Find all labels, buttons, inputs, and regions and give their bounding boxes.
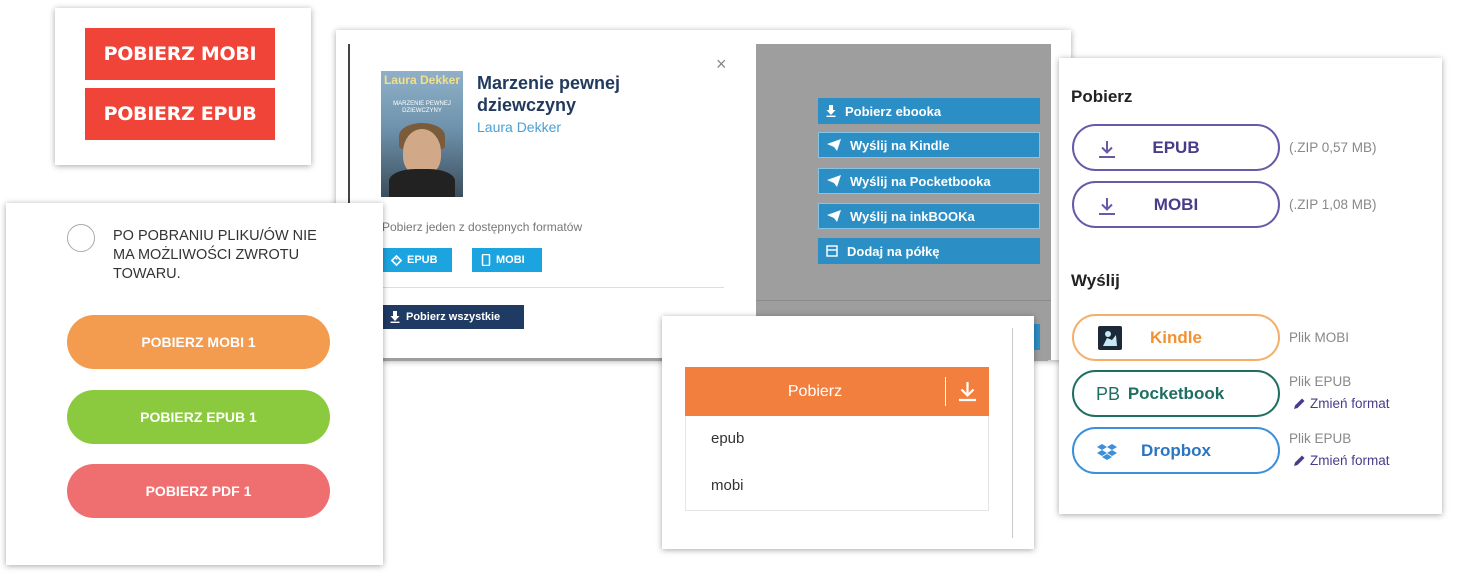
download-heading: Pobierz [1071, 87, 1133, 106]
download-epub-pill-button[interactable]: POBIERZ EPUB 1 [67, 390, 330, 444]
format-mobi-button[interactable]: MOBI [472, 248, 542, 272]
send-to-pocketbook-label: Pocketbook [1127, 383, 1225, 403]
send-to-pocketbook-label: Wyślij na Pocketbooka [850, 173, 991, 189]
send-to-pocketbook-button[interactable]: Wyślij na Pocketbooka [818, 168, 1040, 194]
book-title: Marzenie pewnej dziewczyny [477, 73, 621, 115]
download-buttons-panel-red: POBIERZ MOBI POBIERZ EPUB [55, 8, 311, 165]
cover-photo-body [389, 169, 455, 197]
paper-plane-icon [827, 210, 841, 222]
format-mobi-label: MOBI [496, 254, 525, 266]
button-separator [945, 377, 946, 406]
download-dropdown-label: Pobierz [787, 382, 843, 400]
send-to-kindle-label: Wyślij na Kindle [850, 137, 950, 153]
divider [1012, 328, 1013, 538]
add-to-shelf-label: Dodaj na półkę [847, 243, 940, 259]
pocketbook-change-format-link[interactable]: Zmień format [1293, 396, 1390, 411]
change-format-label: Zmień format [1310, 396, 1390, 411]
download-all-label: Pobierz wszystkie [406, 311, 501, 323]
send-to-inkbook-button[interactable]: Wyślij na inkBOOKa [818, 203, 1040, 229]
download-dropdown-button[interactable]: Pobierz [685, 367, 989, 416]
phone-icon [481, 254, 491, 266]
kindle-file-type: Plik MOBI [1289, 330, 1350, 345]
download-mobi-button[interactable]: POBIERZ MOBI [85, 28, 275, 80]
format-epub-label: EPUB [407, 254, 438, 266]
download-icon [959, 382, 976, 402]
download-mobi-pill-button[interactable]: POBIERZ MOBI 1 [67, 315, 330, 369]
pocketbook-file-type: Plik EPUB [1289, 374, 1352, 389]
mobi-file-size: (.ZIP 1,08 MB) [1289, 197, 1377, 212]
divider [756, 300, 1051, 301]
send-to-pocketbook-button[interactable]: PB Pocketbook [1072, 370, 1280, 417]
download-ebook-label: Pobierz ebooka [845, 103, 942, 119]
no-return-notice: PO POBRANIU PLIKU/ÓW NIE MA MOŻLIWOŚCI Z… [113, 228, 317, 282]
add-to-shelf-button[interactable]: Dodaj na półkę [818, 238, 1040, 264]
download-pills-panel: PO POBRANIU PLIKU/ÓW NIE MA MOŻLIWOŚCI Z… [6, 203, 383, 565]
download-epub-button[interactable]: EPUB [1072, 124, 1280, 171]
send-to-dropbox-label: Dropbox [1141, 440, 1211, 460]
tag-icon [391, 254, 402, 266]
download-pdf-pill-button[interactable]: POBIERZ PDF 1 [67, 464, 330, 518]
shelf-icon [826, 245, 838, 257]
dropdown-option-mobi[interactable]: mobi [711, 477, 744, 494]
book-download-modal-panel: × Laura Dekker MARZENIE PEWNEJ DZIEWCZYN… [336, 30, 1071, 361]
dropdown-option-epub[interactable]: epub [711, 430, 744, 447]
send-heading: Wyślij [1071, 271, 1120, 290]
cover-title-text: MARZENIE PEWNEJ DZIEWCZYNY [393, 101, 451, 114]
paper-plane-icon [827, 175, 841, 187]
send-to-dropbox-button[interactable]: Dropbox [1072, 427, 1280, 474]
book-author-link[interactable]: Laura Dekker [477, 119, 561, 135]
pencil-icon [1294, 398, 1305, 409]
format-epub-button[interactable]: EPUB [382, 248, 452, 272]
divider [382, 287, 724, 288]
download-icon [826, 105, 836, 117]
pencil-icon [1294, 455, 1305, 466]
download-send-panel: Pobierz EPUB (.ZIP 0,57 MB) MOBI (.ZIP 1… [1059, 58, 1442, 514]
download-epub-button[interactable]: POBIERZ EPUB [85, 88, 275, 140]
dropbox-change-format-link[interactable]: Zmień format [1293, 453, 1390, 468]
download-ebook-button[interactable]: Pobierz ebooka [818, 98, 1040, 124]
download-mobi-label: MOBI [1153, 194, 1199, 214]
download-epub-label: EPUB [1152, 137, 1200, 157]
change-format-label: Zmień format [1310, 453, 1390, 468]
send-to-kindle-button[interactable]: Kindle [1072, 314, 1280, 361]
modal-backdrop [756, 44, 1051, 360]
send-to-kindle-button[interactable]: Wyślij na Kindle [818, 132, 1040, 158]
download-all-button[interactable]: Pobierz wszystkie [382, 305, 524, 329]
close-icon[interactable]: × [716, 54, 727, 75]
paper-plane-icon [827, 139, 841, 151]
consent-checkbox[interactable] [67, 224, 95, 252]
dropdown-menu: epub mobi [685, 416, 989, 511]
send-to-inkbook-label: Wyślij na inkBOOKa [850, 208, 975, 224]
download-dropdown-panel: Pobierz epub mobi [662, 316, 1034, 549]
dropbox-file-type: Plik EPUB [1289, 431, 1352, 446]
download-icon [390, 311, 400, 323]
epub-file-size: (.ZIP 0,57 MB) [1289, 140, 1377, 155]
send-to-kindle-label: Kindle [1150, 327, 1202, 347]
download-mobi-button[interactable]: MOBI [1072, 181, 1280, 228]
formats-hint: Pobierz jeden z dostępnych formatów [382, 220, 583, 234]
book-cover-image: Laura Dekker MARZENIE PEWNEJ DZIEWCZYNY [381, 71, 463, 197]
cover-author-text: Laura Dekker [383, 73, 461, 87]
